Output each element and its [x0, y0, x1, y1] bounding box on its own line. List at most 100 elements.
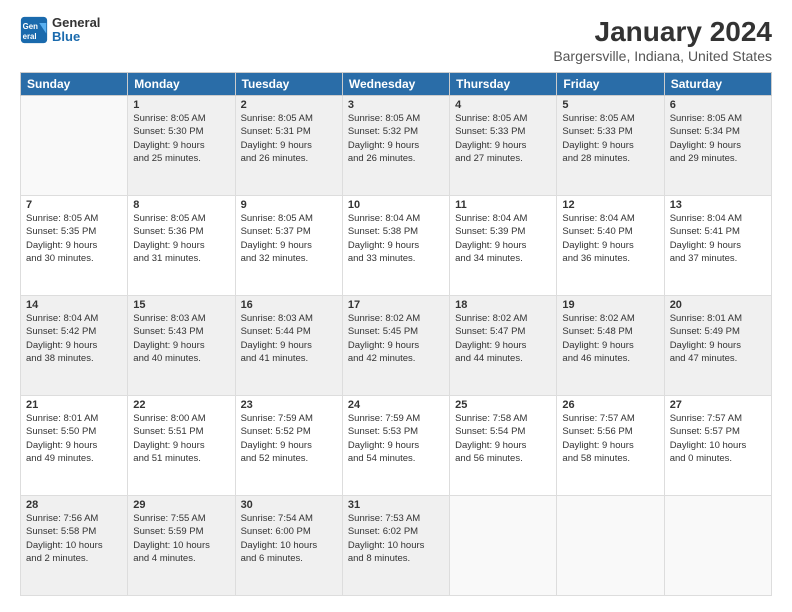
day-info: Sunrise: 8:05 AM Sunset: 5:31 PM Dayligh…: [241, 112, 337, 165]
calendar-cell: 20Sunrise: 8:01 AM Sunset: 5:49 PM Dayli…: [664, 296, 771, 396]
page: Gen eral General Blue January 2024 Barge…: [0, 0, 792, 612]
day-info: Sunrise: 8:03 AM Sunset: 5:43 PM Dayligh…: [133, 312, 229, 365]
calendar-cell: [664, 496, 771, 596]
calendar-cell: 14Sunrise: 8:04 AM Sunset: 5:42 PM Dayli…: [21, 296, 128, 396]
calendar-table: SundayMondayTuesdayWednesdayThursdayFrid…: [20, 72, 772, 596]
calendar-cell: 16Sunrise: 8:03 AM Sunset: 5:44 PM Dayli…: [235, 296, 342, 396]
calendar-cell: 27Sunrise: 7:57 AM Sunset: 5:57 PM Dayli…: [664, 396, 771, 496]
day-info: Sunrise: 7:59 AM Sunset: 5:52 PM Dayligh…: [241, 412, 337, 465]
week-row-5: 28Sunrise: 7:56 AM Sunset: 5:58 PM Dayli…: [21, 496, 772, 596]
day-number: 8: [133, 199, 229, 211]
day-number: 17: [348, 299, 444, 311]
main-title: January 2024: [553, 16, 772, 48]
day-info: Sunrise: 8:04 AM Sunset: 5:40 PM Dayligh…: [562, 212, 658, 265]
calendar-cell: 8Sunrise: 8:05 AM Sunset: 5:36 PM Daylig…: [128, 196, 235, 296]
day-info: Sunrise: 7:59 AM Sunset: 5:53 PM Dayligh…: [348, 412, 444, 465]
logo-blue: Blue: [52, 30, 100, 44]
day-number: 18: [455, 299, 551, 311]
logo-general: General: [52, 16, 100, 30]
day-number: 19: [562, 299, 658, 311]
logo: Gen eral General Blue: [20, 16, 100, 45]
day-number: 4: [455, 99, 551, 111]
day-number: 7: [26, 199, 122, 211]
col-header-tuesday: Tuesday: [235, 73, 342, 96]
calendar-cell: 7Sunrise: 8:05 AM Sunset: 5:35 PM Daylig…: [21, 196, 128, 296]
svg-text:eral: eral: [23, 32, 37, 41]
day-number: 2: [241, 99, 337, 111]
col-header-thursday: Thursday: [450, 73, 557, 96]
day-info: Sunrise: 8:05 AM Sunset: 5:35 PM Dayligh…: [26, 212, 122, 265]
day-info: Sunrise: 8:02 AM Sunset: 5:47 PM Dayligh…: [455, 312, 551, 365]
header: Gen eral General Blue January 2024 Barge…: [20, 16, 772, 64]
col-header-saturday: Saturday: [664, 73, 771, 96]
calendar-cell: 18Sunrise: 8:02 AM Sunset: 5:47 PM Dayli…: [450, 296, 557, 396]
day-info: Sunrise: 7:53 AM Sunset: 6:02 PM Dayligh…: [348, 512, 444, 565]
day-number: 31: [348, 499, 444, 511]
day-info: Sunrise: 7:54 AM Sunset: 6:00 PM Dayligh…: [241, 512, 337, 565]
day-info: Sunrise: 8:03 AM Sunset: 5:44 PM Dayligh…: [241, 312, 337, 365]
calendar-cell: 29Sunrise: 7:55 AM Sunset: 5:59 PM Dayli…: [128, 496, 235, 596]
day-info: Sunrise: 7:56 AM Sunset: 5:58 PM Dayligh…: [26, 512, 122, 565]
day-number: 5: [562, 99, 658, 111]
day-number: 25: [455, 399, 551, 411]
day-number: 26: [562, 399, 658, 411]
logo-text: General Blue: [52, 16, 100, 45]
day-number: 27: [670, 399, 766, 411]
calendar-cell: 4Sunrise: 8:05 AM Sunset: 5:33 PM Daylig…: [450, 96, 557, 196]
day-number: 9: [241, 199, 337, 211]
calendar-cell: [557, 496, 664, 596]
day-number: 6: [670, 99, 766, 111]
col-header-wednesday: Wednesday: [342, 73, 449, 96]
calendar-cell: 5Sunrise: 8:05 AM Sunset: 5:33 PM Daylig…: [557, 96, 664, 196]
day-info: Sunrise: 7:55 AM Sunset: 5:59 PM Dayligh…: [133, 512, 229, 565]
day-number: 29: [133, 499, 229, 511]
calendar-cell: 26Sunrise: 7:57 AM Sunset: 5:56 PM Dayli…: [557, 396, 664, 496]
calendar-cell: 24Sunrise: 7:59 AM Sunset: 5:53 PM Dayli…: [342, 396, 449, 496]
calendar-cell: 19Sunrise: 8:02 AM Sunset: 5:48 PM Dayli…: [557, 296, 664, 396]
calendar-cell: 30Sunrise: 7:54 AM Sunset: 6:00 PM Dayli…: [235, 496, 342, 596]
day-info: Sunrise: 8:04 AM Sunset: 5:38 PM Dayligh…: [348, 212, 444, 265]
day-info: Sunrise: 8:04 AM Sunset: 5:39 PM Dayligh…: [455, 212, 551, 265]
calendar-cell: 9Sunrise: 8:05 AM Sunset: 5:37 PM Daylig…: [235, 196, 342, 296]
day-info: Sunrise: 7:58 AM Sunset: 5:54 PM Dayligh…: [455, 412, 551, 465]
calendar-cell: 21Sunrise: 8:01 AM Sunset: 5:50 PM Dayli…: [21, 396, 128, 496]
day-info: Sunrise: 8:05 AM Sunset: 5:33 PM Dayligh…: [562, 112, 658, 165]
calendar-cell: 31Sunrise: 7:53 AM Sunset: 6:02 PM Dayli…: [342, 496, 449, 596]
day-info: Sunrise: 8:01 AM Sunset: 5:49 PM Dayligh…: [670, 312, 766, 365]
day-info: Sunrise: 8:02 AM Sunset: 5:48 PM Dayligh…: [562, 312, 658, 365]
day-info: Sunrise: 8:05 AM Sunset: 5:36 PM Dayligh…: [133, 212, 229, 265]
day-info: Sunrise: 8:00 AM Sunset: 5:51 PM Dayligh…: [133, 412, 229, 465]
day-number: 14: [26, 299, 122, 311]
calendar-cell: [450, 496, 557, 596]
day-info: Sunrise: 7:57 AM Sunset: 5:57 PM Dayligh…: [670, 412, 766, 465]
calendar-cell: 3Sunrise: 8:05 AM Sunset: 5:32 PM Daylig…: [342, 96, 449, 196]
day-info: Sunrise: 8:05 AM Sunset: 5:34 PM Dayligh…: [670, 112, 766, 165]
week-row-2: 7Sunrise: 8:05 AM Sunset: 5:35 PM Daylig…: [21, 196, 772, 296]
calendar-cell: 6Sunrise: 8:05 AM Sunset: 5:34 PM Daylig…: [664, 96, 771, 196]
calendar-cell: 1Sunrise: 8:05 AM Sunset: 5:30 PM Daylig…: [128, 96, 235, 196]
svg-text:Gen: Gen: [23, 22, 38, 31]
week-row-4: 21Sunrise: 8:01 AM Sunset: 5:50 PM Dayli…: [21, 396, 772, 496]
col-header-monday: Monday: [128, 73, 235, 96]
col-header-sunday: Sunday: [21, 73, 128, 96]
day-number: 16: [241, 299, 337, 311]
day-number: 28: [26, 499, 122, 511]
day-number: 20: [670, 299, 766, 311]
calendar-cell: [21, 96, 128, 196]
col-header-friday: Friday: [557, 73, 664, 96]
week-row-3: 14Sunrise: 8:04 AM Sunset: 5:42 PM Dayli…: [21, 296, 772, 396]
day-number: 3: [348, 99, 444, 111]
day-number: 23: [241, 399, 337, 411]
calendar-cell: 22Sunrise: 8:00 AM Sunset: 5:51 PM Dayli…: [128, 396, 235, 496]
day-info: Sunrise: 7:57 AM Sunset: 5:56 PM Dayligh…: [562, 412, 658, 465]
calendar-cell: 10Sunrise: 8:04 AM Sunset: 5:38 PM Dayli…: [342, 196, 449, 296]
day-info: Sunrise: 8:05 AM Sunset: 5:32 PM Dayligh…: [348, 112, 444, 165]
title-block: January 2024 Bargersville, Indiana, Unit…: [553, 16, 772, 64]
day-number: 30: [241, 499, 337, 511]
calendar-cell: 12Sunrise: 8:04 AM Sunset: 5:40 PM Dayli…: [557, 196, 664, 296]
day-number: 22: [133, 399, 229, 411]
calendar-cell: 11Sunrise: 8:04 AM Sunset: 5:39 PM Dayli…: [450, 196, 557, 296]
week-row-1: 1Sunrise: 8:05 AM Sunset: 5:30 PM Daylig…: [21, 96, 772, 196]
day-number: 13: [670, 199, 766, 211]
day-number: 24: [348, 399, 444, 411]
